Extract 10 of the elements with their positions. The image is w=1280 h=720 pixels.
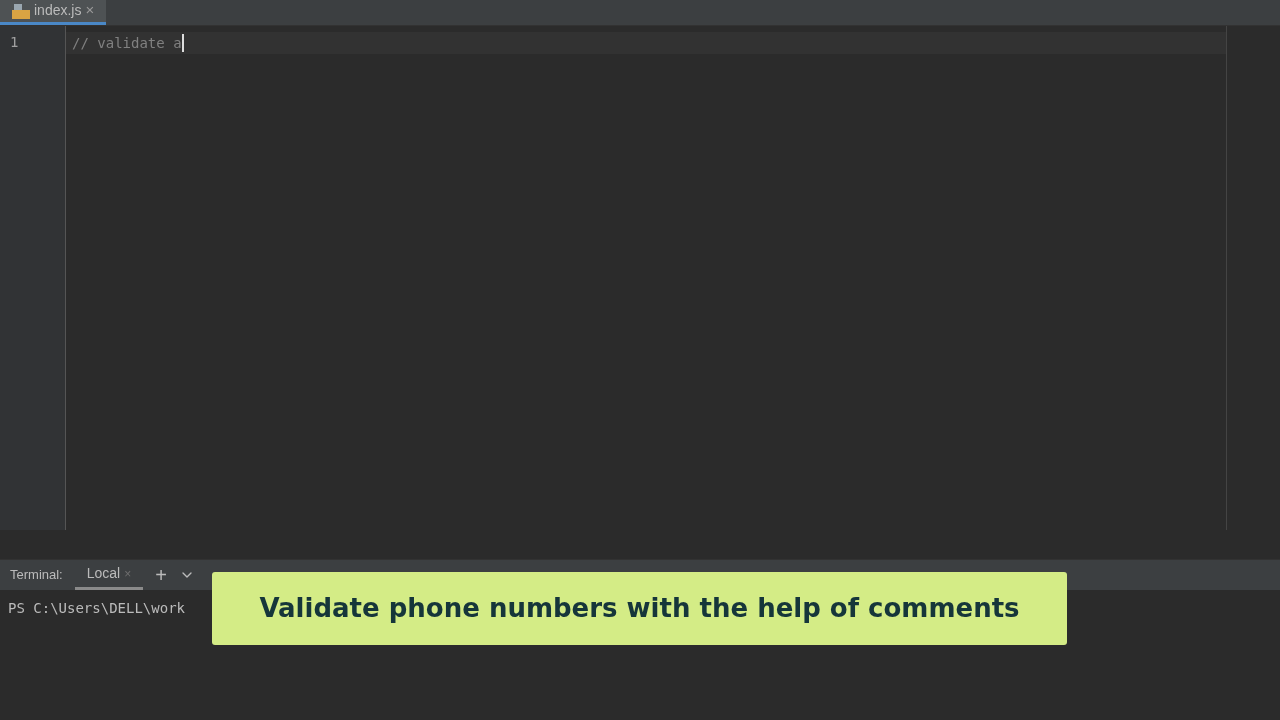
editor-tab[interactable]: index.js × xyxy=(0,0,107,25)
code-comment: // validate a xyxy=(72,33,182,53)
js-file-icon xyxy=(12,2,30,19)
terminal-prompt: PS C:\Users\DELL\work xyxy=(8,600,185,616)
terminal-title: Terminal: xyxy=(10,566,63,585)
caption-banner: Validate phone numbers with the help of comments xyxy=(212,572,1067,645)
tab-label: index.js xyxy=(34,1,82,20)
line-number: 1 xyxy=(9,33,20,52)
new-tab-button[interactable]: + xyxy=(155,560,167,590)
close-icon[interactable]: × xyxy=(85,0,95,22)
